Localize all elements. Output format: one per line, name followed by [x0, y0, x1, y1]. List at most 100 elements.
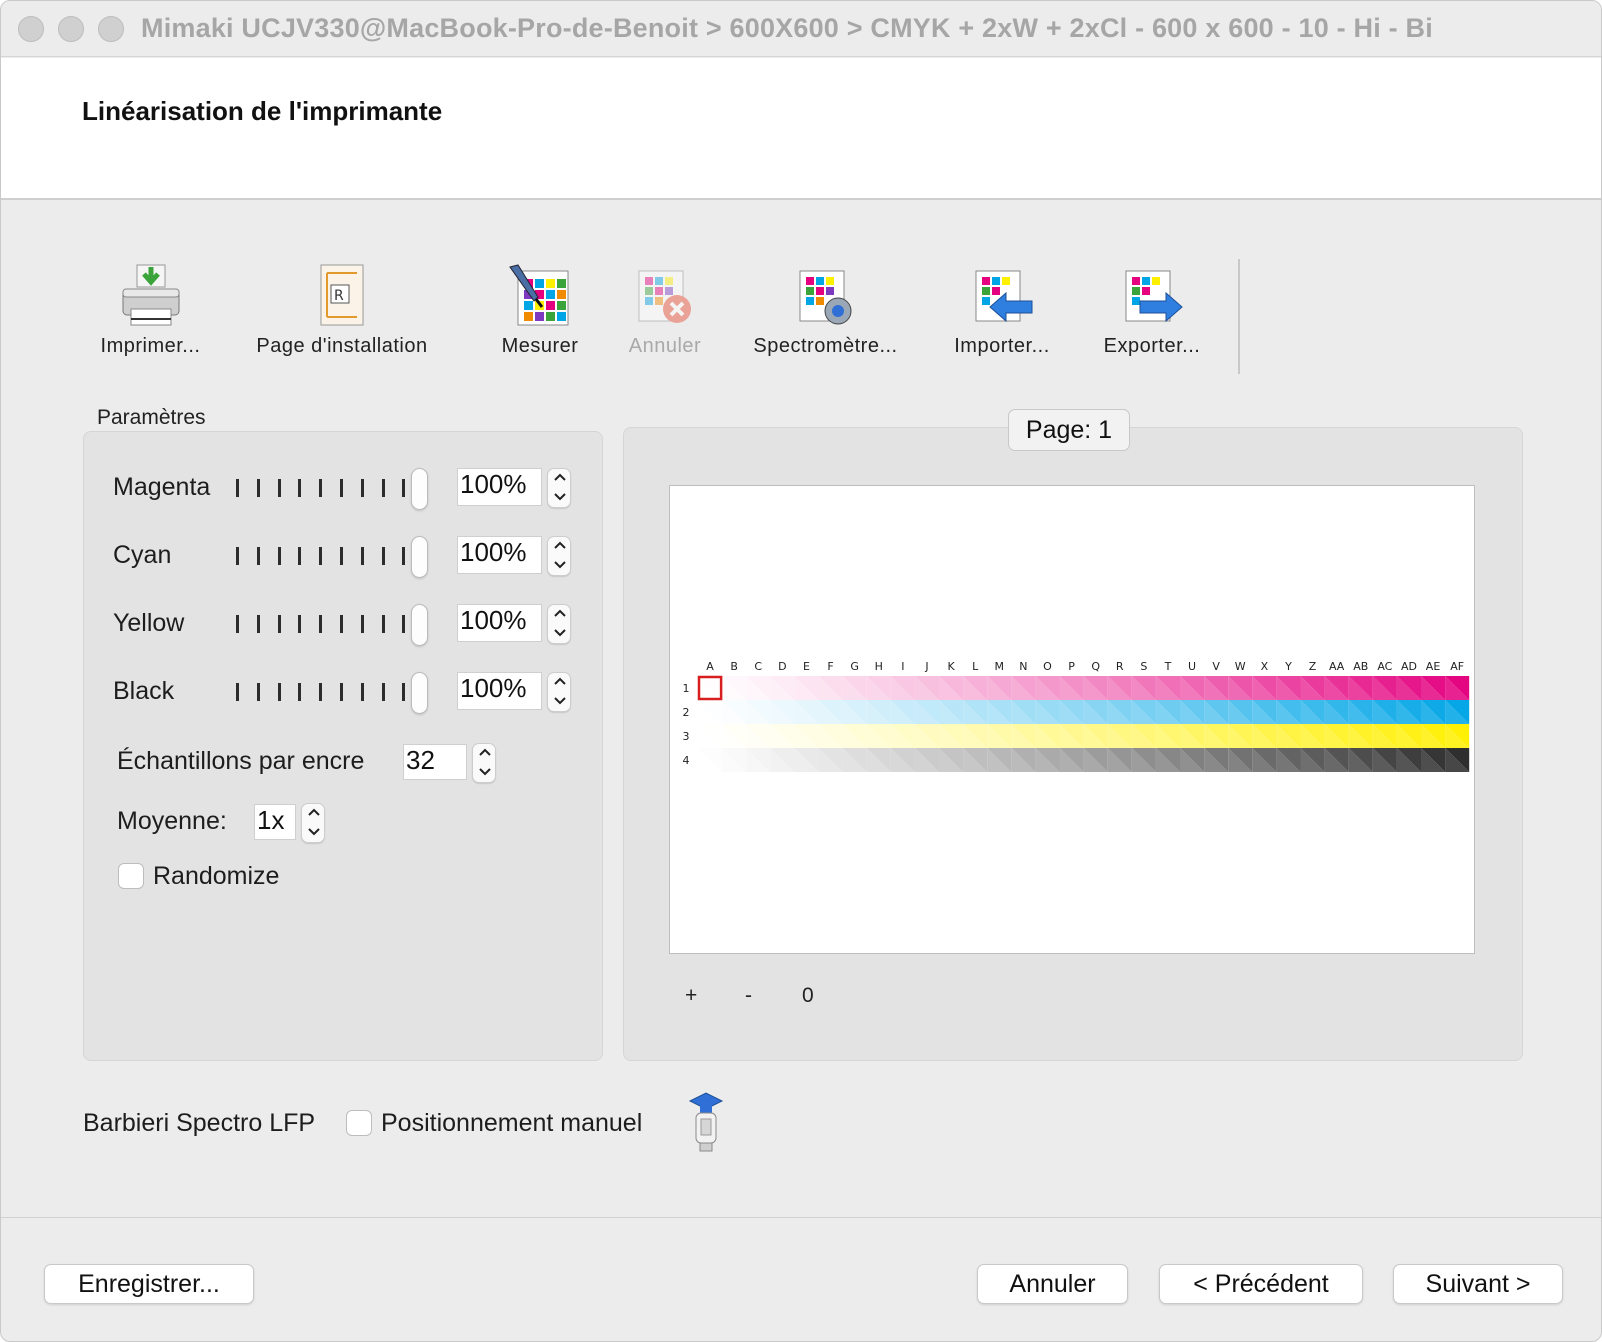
yellow-value-field[interactable]: 100% — [457, 604, 542, 642]
slider-tick — [319, 615, 323, 633]
zoom-value: 0 — [802, 984, 814, 1007]
slider-tick — [256, 547, 260, 565]
previous-button[interactable]: < Précédent — [1159, 1264, 1363, 1304]
import-button[interactable]: Importer... — [946, 263, 1058, 358]
export-icon — [1125, 270, 1183, 323]
page-tab[interactable]: Page: 1 — [1008, 409, 1130, 451]
slider-tick — [360, 479, 364, 497]
cyan-stepper[interactable] — [547, 536, 571, 576]
magenta-label: Magenta — [113, 473, 211, 501]
next-button[interactable]: Suivant > — [1393, 1264, 1563, 1304]
stepper-arrows-icon — [554, 677, 566, 705]
page-setup-icon: R — [320, 264, 364, 326]
slider-tick — [277, 683, 281, 701]
minimize-window-button[interactable] — [58, 16, 84, 42]
page-title: Linéarisation de l'imprimante — [82, 96, 443, 126]
yellow-stepper[interactable] — [547, 604, 571, 644]
slider-tick — [277, 547, 281, 565]
measure-button-label: Mesurer — [501, 335, 579, 357]
header: Linéarisation de l'imprimante — [1, 58, 1601, 200]
black-value-field[interactable]: 100% — [457, 672, 542, 710]
slider-tick — [319, 683, 323, 701]
magenta-value-field[interactable]: 100% — [457, 468, 542, 506]
samples-label: Échantillons par encre — [117, 747, 365, 775]
export-button[interactable]: Exporter... — [1096, 263, 1208, 358]
stepper-arrows-icon — [308, 808, 320, 836]
slider-tick — [298, 683, 302, 701]
slider-tick — [236, 547, 239, 565]
zoom-in-button[interactable]: + — [685, 984, 697, 1008]
samples-value-field[interactable]: 32 — [403, 744, 467, 780]
slider-tick — [340, 547, 343, 565]
yellow-slider-track[interactable] — [236, 615, 406, 633]
slider-tick — [340, 683, 343, 701]
yellow-label: Yellow — [113, 609, 185, 637]
slider-tick — [256, 683, 260, 701]
app-window: Mimaki UCJV330@MacBook-Pro-de-Benoit > 6… — [0, 0, 1602, 1342]
cancel-measure-button-label: Annuler — [628, 335, 702, 357]
slider-tick — [402, 615, 406, 633]
row-label: 1 — [683, 682, 690, 695]
slider-tick — [381, 479, 385, 497]
row-label: 3 — [683, 730, 690, 743]
stepper-arrows-icon — [479, 748, 491, 776]
setup-page-button[interactable]: R Page d'installation — [247, 263, 437, 358]
black-slider-thumb[interactable] — [411, 672, 428, 714]
slider-tick — [360, 615, 364, 633]
column-label: U — [1188, 660, 1196, 673]
printer-icon — [122, 264, 179, 326]
stepper-arrows-icon — [554, 473, 566, 501]
print-button[interactable]: Imprimer... — [93, 263, 208, 358]
export-button-label: Exporter... — [1103, 335, 1201, 357]
column-label: I — [901, 660, 904, 673]
manual-positioning-label: Positionnement manuel — [381, 1109, 643, 1137]
close-window-button[interactable] — [18, 16, 44, 42]
cyan-value-field[interactable]: 100% — [457, 536, 542, 574]
randomize-label: Randomize — [153, 862, 280, 890]
parameters-panel — [83, 431, 603, 1061]
magenta-slider-track[interactable] — [236, 479, 406, 497]
slider-tick — [402, 547, 406, 565]
import-icon — [975, 270, 1033, 323]
cyan-slider-track[interactable] — [236, 547, 406, 565]
column-label: Q — [1091, 660, 1100, 673]
column-label: J — [924, 660, 928, 673]
cyan-slider-thumb[interactable] — [411, 536, 428, 578]
color-patch-chart: A B C D E F G H I J K L M N O P Q R S T U V W X Y Z AA AB AC AD AE AF12… — [683, 660, 1470, 772]
slider-tick — [402, 683, 406, 701]
cancel-button[interactable]: Annuler — [977, 1264, 1128, 1304]
slider-tick — [256, 479, 260, 497]
randomize-checkbox[interactable] — [118, 863, 144, 889]
average-stepper[interactable] — [301, 803, 325, 843]
zoom-window-button[interactable] — [98, 16, 124, 42]
slider-tick — [319, 547, 323, 565]
average-value-field[interactable]: 1x — [254, 804, 296, 840]
column-label: D — [778, 660, 786, 673]
slider-tick — [236, 479, 239, 497]
black-stepper[interactable] — [547, 672, 571, 712]
column-label: K — [947, 660, 955, 673]
svg-text:R: R — [334, 288, 344, 304]
slider-tick — [298, 547, 302, 565]
slider-tick — [340, 479, 343, 497]
cancel-measure-button[interactable]: Annuler — [621, 263, 709, 358]
spectrometer-button[interactable]: Spectromètre... — [743, 263, 908, 358]
manual-positioning-checkbox[interactable] — [346, 1110, 372, 1136]
slider-tick — [360, 683, 364, 701]
measure-button[interactable]: Mesurer — [489, 263, 591, 358]
spectrometer-icon — [799, 270, 851, 325]
yellow-slider-thumb[interactable] — [411, 604, 428, 646]
zoom-out-button[interactable]: - — [745, 984, 752, 1008]
footer-divider — [1, 1217, 1601, 1218]
parameters-group-label: Paramètres — [97, 406, 206, 429]
samples-stepper[interactable] — [472, 743, 496, 783]
save-button[interactable]: Enregistrer... — [44, 1264, 254, 1304]
magenta-stepper[interactable] — [547, 468, 571, 508]
title-bar: Mimaki UCJV330@MacBook-Pro-de-Benoit > 6… — [1, 1, 1601, 57]
magenta-slider-thumb[interactable] — [411, 468, 428, 510]
black-slider-track[interactable] — [236, 683, 406, 701]
column-label: AC — [1377, 660, 1392, 673]
stepper-arrows-icon — [554, 609, 566, 637]
average-label: Moyenne: — [117, 807, 227, 835]
slider-tick — [381, 547, 385, 565]
